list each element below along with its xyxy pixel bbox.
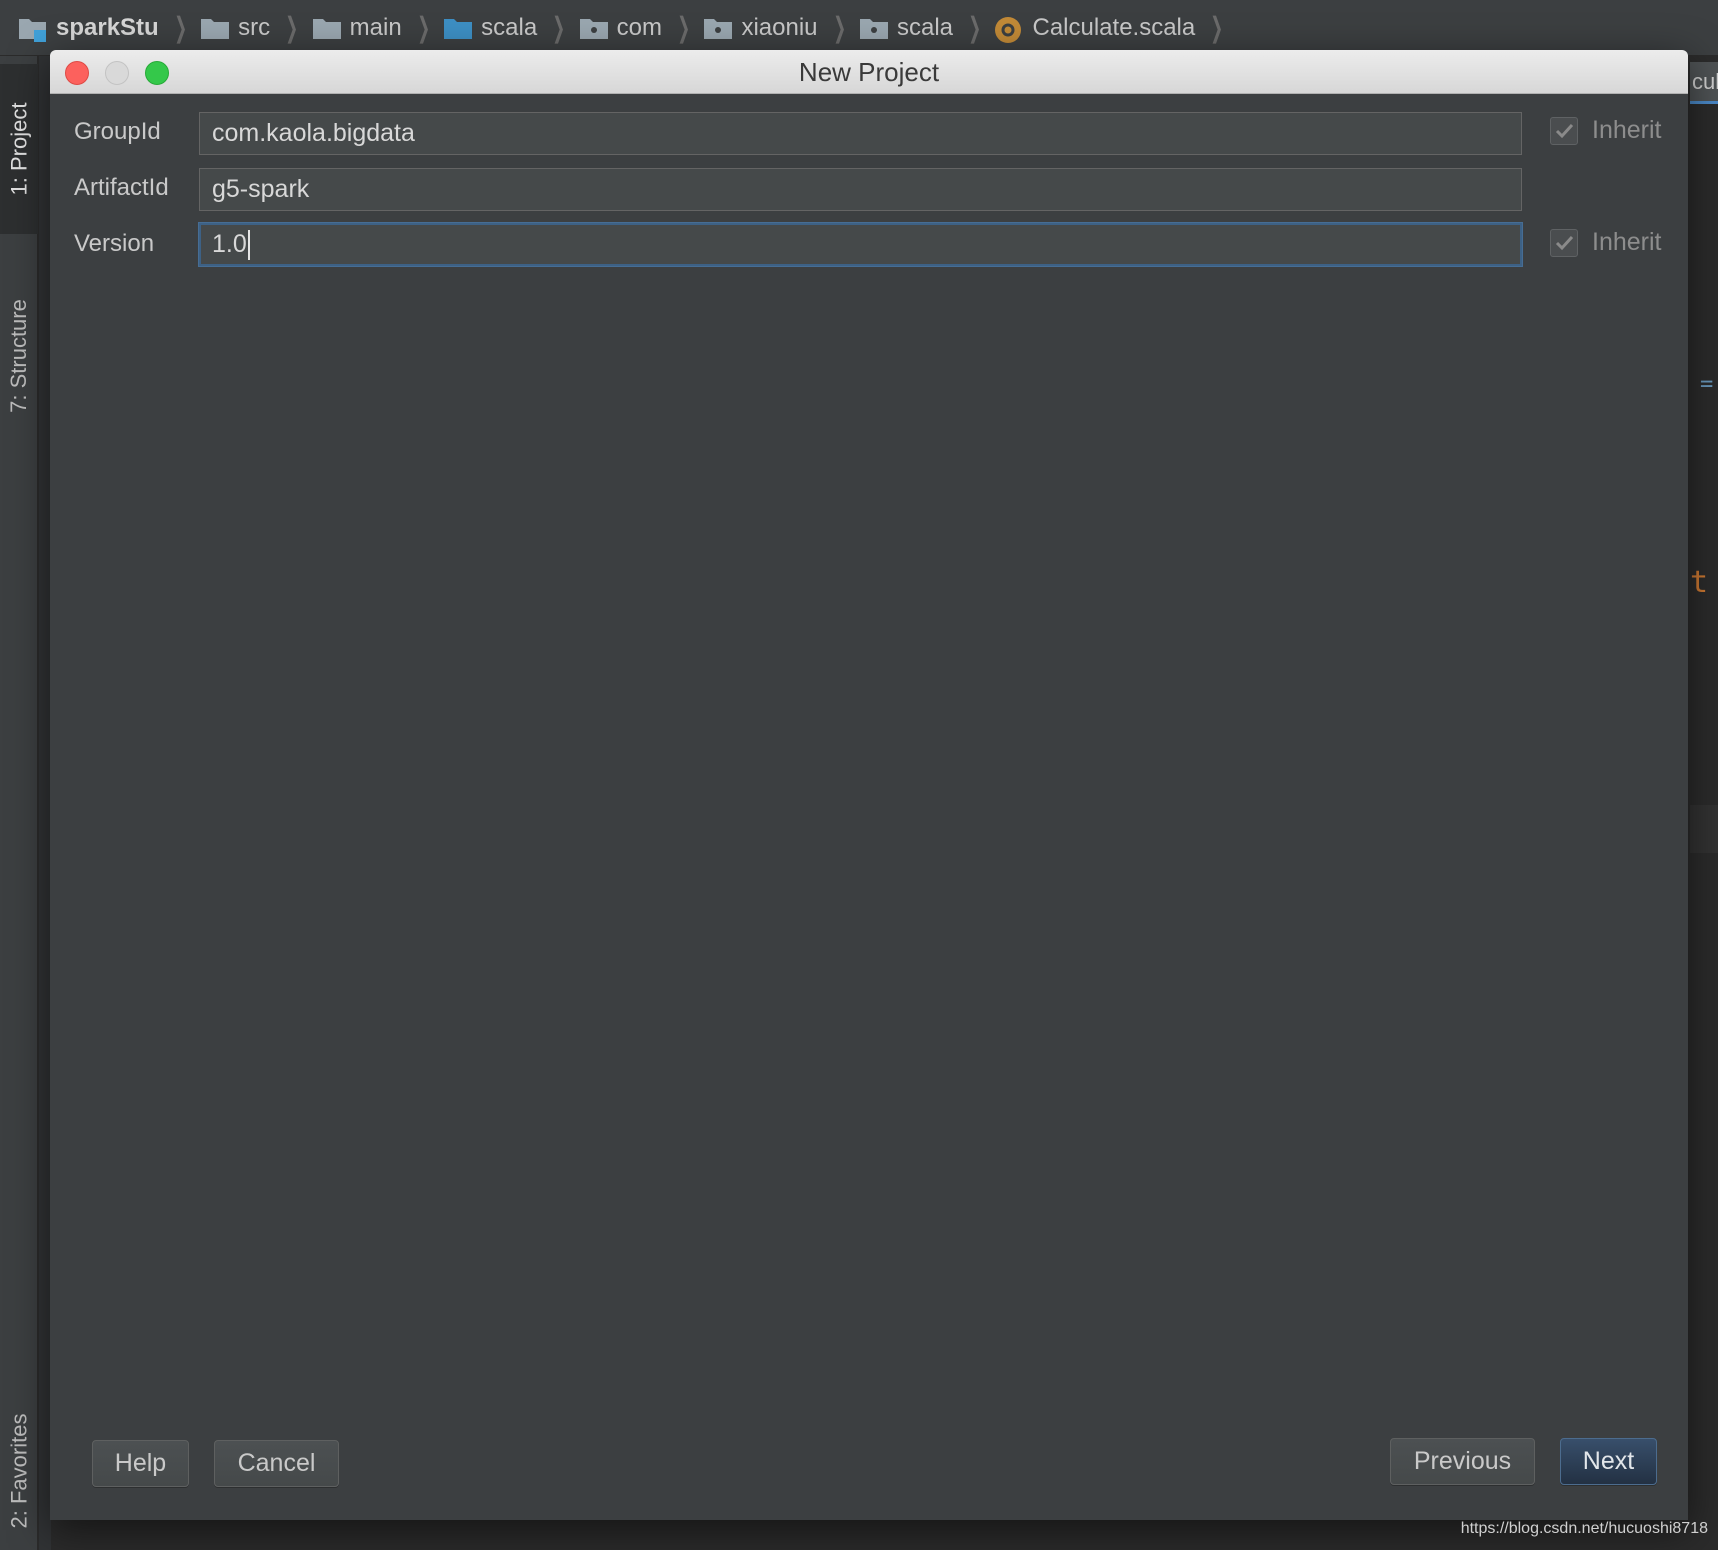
breadcrumb-item-project[interactable]: sparkStu ❯ (18, 0, 200, 56)
version-input[interactable]: 1.0 (199, 223, 1522, 266)
checkbox-checked-icon (1550, 228, 1578, 257)
package-icon (703, 16, 733, 40)
watermark: https://blog.csdn.net/hucuoshi8718 (1460, 1520, 1708, 1537)
package-icon (579, 16, 609, 40)
package-icon (859, 16, 889, 40)
breadcrumb: sparkStu ❯ src ❯ main ❯ scala ❯ com ❯ xi… (0, 0, 1718, 56)
breadcrumb-item-calculate-scala[interactable]: Calculate.scala ❯ (994, 0, 1236, 56)
code-fragment: t (1690, 565, 1709, 600)
tab-project[interactable]: 1: Project (0, 64, 38, 234)
previous-button[interactable]: Previous (1390, 1438, 1535, 1485)
chevron-right-icon: ❯ (416, 12, 430, 43)
caret-row-highlight (1690, 805, 1718, 853)
dialog-titlebar[interactable]: New Project (50, 50, 1688, 94)
scala-object-icon (994, 16, 1024, 43)
version-label: Version (74, 230, 155, 257)
help-button[interactable]: Help (92, 1440, 189, 1487)
source-folder-icon (443, 16, 473, 40)
code-symbol-fragment: = (1700, 372, 1714, 397)
tab-structure[interactable]: 7: Structure (0, 236, 38, 476)
editor-tab-fragment[interactable]: cula (1690, 62, 1718, 104)
breadcrumb-item-main[interactable]: main ❯ (312, 0, 444, 56)
checkbox-checked-icon (1550, 116, 1578, 145)
breadcrumb-item-scala-source[interactable]: scala ❯ (443, 0, 579, 56)
breadcrumb-item-src[interactable]: src ❯ (200, 0, 311, 56)
chevron-right-icon: ❯ (1210, 12, 1224, 43)
chevron-right-icon: ❯ (552, 12, 566, 43)
artifact-id-label: ArtifactId (74, 174, 169, 201)
chevron-right-icon: ❯ (968, 12, 982, 43)
dialog-title: New Project (798, 57, 940, 87)
cancel-button[interactable]: Cancel (214, 1440, 339, 1487)
tool-window-strip: 1: Project 7: Structure 2: Favorites (0, 56, 38, 1550)
new-project-dialog: New Project GroupId com.kaola.bigdata In… (50, 50, 1688, 1520)
group-id-inherit-checkbox[interactable]: Inherit (1550, 116, 1661, 145)
breadcrumb-item-xiaoniu[interactable]: xiaoniu ❯ (703, 0, 859, 56)
chevron-right-icon: ❯ (677, 12, 691, 43)
next-button[interactable]: Next (1560, 1438, 1657, 1485)
folder-icon (312, 16, 342, 40)
group-id-label: GroupId (74, 118, 161, 145)
chevron-right-icon: ❯ (832, 12, 846, 43)
project-folder-icon (18, 16, 48, 42)
text-caret (247, 230, 250, 261)
folder-icon (200, 16, 230, 40)
artifact-id-input[interactable]: g5-spark (199, 168, 1522, 211)
tab-favorites[interactable]: 2: Favorites (0, 1396, 38, 1546)
version-inherit-checkbox[interactable]: Inherit (1550, 228, 1661, 257)
chevron-right-icon: ❯ (285, 12, 299, 43)
breadcrumb-item-scala-package[interactable]: scala ❯ (859, 0, 995, 56)
breadcrumb-item-com[interactable]: com ❯ (579, 0, 704, 56)
group-id-input[interactable]: com.kaola.bigdata (199, 112, 1522, 155)
chevron-right-icon: ❯ (173, 12, 187, 43)
